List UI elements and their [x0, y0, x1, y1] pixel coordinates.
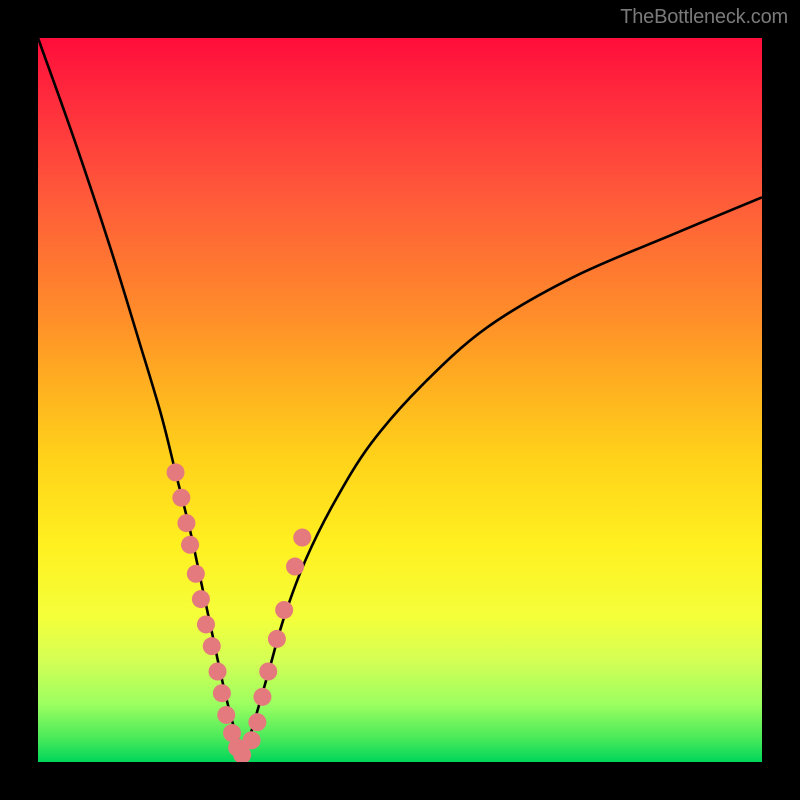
gradient-plot-area: [38, 38, 762, 762]
chart-frame: TheBottleneck.com: [0, 0, 800, 800]
data-point: [167, 463, 185, 481]
data-point: [286, 558, 304, 576]
data-point: [177, 514, 195, 532]
curve-overlay: [38, 38, 762, 762]
scatter-right: [243, 529, 312, 750]
data-point: [268, 630, 286, 648]
data-point: [213, 684, 231, 702]
data-point: [192, 590, 210, 608]
data-point: [187, 565, 205, 583]
data-point: [259, 663, 277, 681]
data-point: [275, 601, 293, 619]
data-point: [209, 663, 227, 681]
data-point: [253, 688, 271, 706]
watermark-text: TheBottleneck.com: [620, 6, 788, 29]
v-curve-right-arm: [244, 197, 762, 754]
data-point: [248, 713, 266, 731]
data-point: [293, 529, 311, 547]
data-point: [243, 731, 261, 749]
data-point: [197, 615, 215, 633]
data-point: [172, 489, 190, 507]
data-point: [203, 637, 221, 655]
data-point: [217, 706, 235, 724]
data-point: [181, 536, 199, 554]
